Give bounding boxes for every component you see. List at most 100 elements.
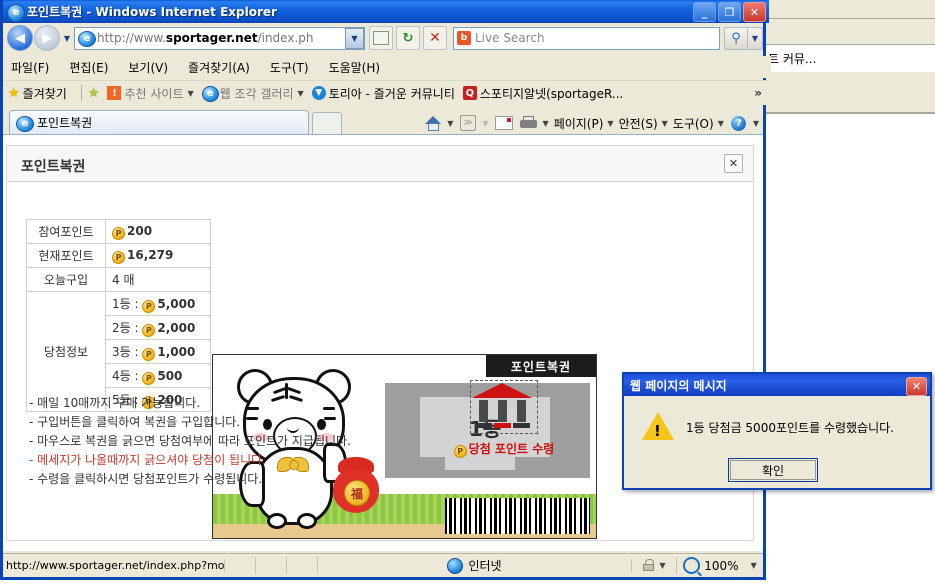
- lock-icon: [642, 559, 655, 572]
- favorite-label-0: 추천 사이트: [124, 86, 184, 101]
- compatibility-view-button[interactable]: [369, 26, 393, 50]
- menu-item-help[interactable]: 도움말(H): [329, 59, 381, 76]
- favorites-button[interactable]: ★ 즐겨찾기: [8, 85, 67, 102]
- prize-rank-3: 3등 : P 1,000: [105, 339, 211, 364]
- point-coin-icon: P: [453, 445, 467, 458]
- ie-logo-icon: e: [7, 3, 25, 22]
- address-dropdown-icon[interactable]: ▼: [345, 27, 364, 49]
- refresh-button[interactable]: ↻: [396, 26, 420, 50]
- label-current-points: 현재포인트: [26, 243, 106, 268]
- back-button[interactable]: ◀: [7, 25, 33, 51]
- security-zone-label: 인터넷: [468, 559, 502, 573]
- new-tab-button[interactable]: [312, 112, 342, 134]
- receive-points-button[interactable]: P 당첨 포인트 수령: [439, 380, 569, 458]
- forward-arrow-icon: ▶: [42, 30, 52, 46]
- dialog-title: 웹 페이지의 메시지: [630, 378, 727, 393]
- recent-pages-dropdown[interactable]: ▼: [60, 26, 74, 50]
- menu-item-edit[interactable]: 편집(E): [69, 59, 108, 76]
- menu-item-tools[interactable]: 도구(T): [270, 59, 309, 76]
- tab-label: 포인트복권: [37, 116, 93, 130]
- forward-button[interactable]: ▶: [34, 25, 60, 51]
- prize-rank-4-label: 4등 :: [112, 368, 143, 383]
- warning-exclamation-mark: !: [654, 422, 661, 440]
- favorite-suggested-sites[interactable]: ! 추천 사이트 ▼: [107, 85, 194, 102]
- home-icon: [423, 113, 443, 133]
- menu-item-favorites[interactable]: 즐겨찾기(A): [188, 59, 250, 76]
- security-zone-indicator[interactable]: 인터넷: [318, 557, 631, 574]
- magnifier-icon: [683, 557, 701, 574]
- status-url: http://www.sportager.net/index.php?modul…: [3, 559, 225, 572]
- zoom-control[interactable]: 100% ▼: [676, 557, 763, 574]
- background-window-body: [762, 72, 935, 112]
- receive-label-text: 당첨 포인트 수령: [468, 442, 555, 456]
- ie-logo-icon: e: [16, 115, 34, 132]
- help-menu-button[interactable]: ? ▼: [729, 113, 759, 133]
- chevron-down-icon: ▼: [661, 118, 668, 128]
- table-row: 참여포인트 P 200: [26, 219, 211, 244]
- point-coin-icon: P: [142, 299, 156, 313]
- dialog-close-button[interactable]: ✕: [906, 377, 927, 396]
- prize-rank-3-value: 1,000: [157, 344, 196, 359]
- ie-logo-icon: e: [201, 86, 219, 102]
- chevron-down-icon: ▼: [607, 118, 614, 128]
- minimize-button[interactable]: _: [693, 2, 716, 22]
- chevron-down-icon: ▼: [750, 561, 757, 570]
- background-window[interactable]: 트 커뮤...: [762, 0, 935, 587]
- url-suffix: /index.ph: [257, 31, 314, 45]
- safety-menu-label: 안전(S): [618, 116, 658, 131]
- add-star-icon: ★: [87, 85, 100, 101]
- stop-button[interactable]: ✕: [423, 26, 447, 50]
- favorite-web-slice-gallery[interactable]: e 웹 조각 갤러리 ▼: [201, 85, 304, 102]
- favorite-label-1: 웹 조각 갤러리: [219, 86, 294, 101]
- point-coin-icon: P: [142, 371, 156, 385]
- address-bar[interactable]: e http://www.sportager.net/index.ph ▼: [74, 26, 365, 50]
- command-bar: ▼ ≫ ▼ ▼ 페이지(P) ▼ 안전(S) ▼ 도구(O) ▼ ? ▼: [418, 113, 759, 133]
- bank-pillar: [517, 400, 526, 422]
- chevron-down-icon: ▼: [447, 118, 454, 128]
- safety-menu-button[interactable]: 안전(S) ▼: [619, 115, 668, 132]
- printer-icon: [519, 113, 539, 133]
- page-menu-button[interactable]: 페이지(P) ▼: [554, 115, 614, 132]
- page-menu-label: 페이지(P): [553, 116, 604, 131]
- mail-button[interactable]: [494, 113, 514, 133]
- add-to-favorites-bar-button[interactable]: ★: [88, 87, 100, 100]
- url-domain: sportager.net: [165, 31, 258, 45]
- protected-mode-indicator[interactable]: ▼: [631, 559, 676, 572]
- page-favicon-icon: e: [78, 31, 96, 47]
- internet-explorer-window: e 포인트복권 - Windows Internet Explorer _ ❐ …: [0, 0, 771, 580]
- point-coin-icon: P: [112, 250, 125, 264]
- feeds-button[interactable]: ≫ ▼: [458, 113, 489, 133]
- maximize-button[interactable]: ❐: [718, 2, 741, 22]
- menu-item-file[interactable]: 파일(F): [11, 59, 49, 76]
- prize-rank-1-value: 5,000: [157, 296, 196, 311]
- tab-bar: e 포인트복권 ▼ ≫ ▼ ▼ 페이지(P) ▼ 안전(S) ▼ 도구(O) ▼…: [3, 106, 763, 134]
- print-button[interactable]: ▼: [519, 113, 549, 133]
- panel-close-button[interactable]: ✕: [724, 154, 743, 173]
- current-points-value: 16,279: [127, 247, 174, 262]
- dialog-ok-button[interactable]: 확인: [728, 458, 818, 482]
- menu-item-view[interactable]: 보기(V): [128, 59, 168, 76]
- live-search-icon: b: [457, 30, 472, 46]
- bank-base: [513, 423, 530, 428]
- home-button[interactable]: ▼: [423, 113, 453, 133]
- status-cell: [225, 557, 256, 574]
- mail-icon: [494, 113, 514, 133]
- search-options-dropdown[interactable]: ▼: [748, 26, 763, 50]
- favorite-sportager[interactable]: Q 스포티지알넷(sportageR...: [462, 85, 623, 102]
- point-coin-icon: P: [142, 323, 156, 337]
- blue-circle-icon: ▼: [311, 86, 326, 100]
- tools-menu-button[interactable]: 도구(O) ▼: [673, 115, 724, 132]
- panel-header: [7, 146, 753, 182]
- window-controls: _ ❐ ✕: [693, 2, 766, 22]
- tab-point-lottery[interactable]: e 포인트복권: [9, 110, 309, 134]
- favorites-overflow-button[interactable]: »: [754, 86, 762, 100]
- chevron-down-icon: ▼: [717, 118, 724, 128]
- favorite-toria[interactable]: ▼ 토리아 - 즐거운 커뮤니티: [311, 85, 455, 102]
- search-input[interactable]: b Live Search: [453, 26, 720, 50]
- window-title: 포인트복권 - Windows Internet Explorer: [27, 5, 277, 19]
- close-button[interactable]: ✕: [743, 2, 766, 22]
- prize-rank-4: 4등 : P 500: [105, 363, 211, 388]
- dialog-message: 1등 당첨금 5000포인트를 수령했습니다.: [686, 421, 894, 435]
- search-go-button[interactable]: ⚲: [724, 26, 748, 50]
- list-item: - 마우스로 복권을 긁으면 당첨여부에 따라 포인트가 지급됩니다.: [29, 434, 351, 448]
